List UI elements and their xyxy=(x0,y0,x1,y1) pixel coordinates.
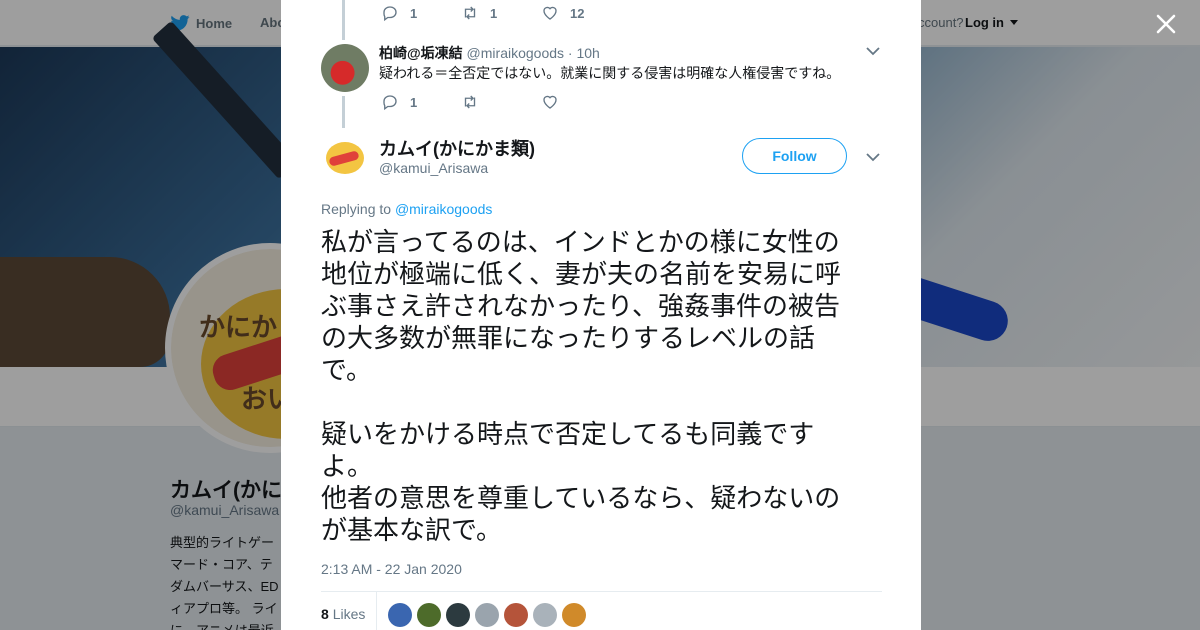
reply-count: 1 xyxy=(410,5,418,21)
retweet-icon xyxy=(464,6,476,20)
liker-avatar[interactable] xyxy=(533,603,557,627)
likes-stat[interactable]: 8 Likes xyxy=(321,606,365,622)
tweet-text: 私が言ってるのは、インドとかの様に女性の 地位が極端に低く、妻が夫の名前を安易に… xyxy=(321,227,886,547)
chevron-down-icon[interactable] xyxy=(866,152,880,162)
tweet-text-blank-line xyxy=(321,387,886,419)
likes-label: Likes xyxy=(332,606,366,622)
heart-icon xyxy=(543,6,557,20)
tweet-text-line: 地位が極端に低く、妻が夫の名前を安易に呼 xyxy=(321,260,842,290)
liker-avatar[interactable] xyxy=(446,603,470,627)
tweet-text-line: よ。 xyxy=(321,452,374,482)
reply-icon xyxy=(383,95,397,111)
retweet-count: 1 xyxy=(490,5,498,21)
reply-icon xyxy=(383,6,397,22)
tweet-text-line: 疑いをかける時点で否定してるも同義です xyxy=(321,420,815,450)
retweet-icon xyxy=(464,95,476,109)
tweet-timestamp[interactable]: 2:13 AM - 22 Jan 2020 xyxy=(321,561,462,577)
replying-to-label: Replying to xyxy=(321,201,392,217)
tweet-text-line: で。 xyxy=(321,356,372,386)
liker-avatar[interactable] xyxy=(504,603,528,627)
reply-button[interactable]: 1 xyxy=(381,4,461,22)
divider xyxy=(321,591,882,592)
reply-author-handle[interactable]: @miraikogoods xyxy=(467,45,564,61)
retweet-button[interactable] xyxy=(461,93,541,111)
retweet-button[interactable]: 1 xyxy=(461,4,541,22)
prev-tweet-actions: 1 1 12 xyxy=(381,4,621,22)
chevron-down-icon[interactable] xyxy=(866,46,880,56)
thread-line xyxy=(342,0,345,40)
reply-button[interactable]: 1 xyxy=(381,93,461,111)
tweet-text-line: ぶ事さえ許されなかったり、強姦事件の被告 xyxy=(321,292,840,322)
liker-avatars xyxy=(388,603,586,627)
tweet-author-avatar[interactable] xyxy=(321,134,369,182)
divider xyxy=(376,592,377,630)
reply-count: 1 xyxy=(410,94,418,110)
reply-author-avatar[interactable] xyxy=(321,44,369,92)
liker-avatar[interactable] xyxy=(475,603,499,627)
tweet-text-line: 私が言ってるのは、インドとかの様に女性の xyxy=(321,228,840,258)
follow-button[interactable]: Follow xyxy=(742,138,847,174)
like-count: 12 xyxy=(570,5,585,21)
liker-avatar[interactable] xyxy=(417,603,441,627)
reply-tweet-actions: 1 xyxy=(381,93,621,111)
heart-icon xyxy=(543,95,557,109)
tweet-text-line: の大多数が無罪になったりするレベルの話 xyxy=(321,324,816,354)
reply-author-name[interactable]: 柏崎@垢凍結 xyxy=(379,45,463,61)
liker-avatar[interactable] xyxy=(388,603,412,627)
tweet-author-name[interactable]: カムイ(かにかま類) xyxy=(379,135,535,161)
tweet-author-handle[interactable]: @kamui_Arisawa xyxy=(379,160,488,176)
tweet-text-line: が基本な訳で。 xyxy=(321,516,502,546)
replying-to-link[interactable]: @miraikogoods xyxy=(395,201,492,217)
tweet-text-line: 他者の意思を尊重しているなら、疑わないの xyxy=(321,484,841,514)
reply-text: 疑われる＝全否定ではない。就業に関する侵害は明確な人権侵害ですね。 xyxy=(379,65,841,81)
thread-line xyxy=(342,96,345,128)
reply-header: 柏崎@垢凍結 @miraikogoods · 10h xyxy=(379,43,600,63)
reply-time[interactable]: · 10h xyxy=(568,45,600,61)
like-button[interactable] xyxy=(541,93,621,111)
replying-to: Replying to @miraikogoods xyxy=(321,201,492,217)
liker-avatar[interactable] xyxy=(562,603,586,627)
like-button[interactable]: 12 xyxy=(541,4,621,22)
likes-count: 8 xyxy=(321,606,329,622)
close-icon[interactable] xyxy=(1152,10,1180,38)
